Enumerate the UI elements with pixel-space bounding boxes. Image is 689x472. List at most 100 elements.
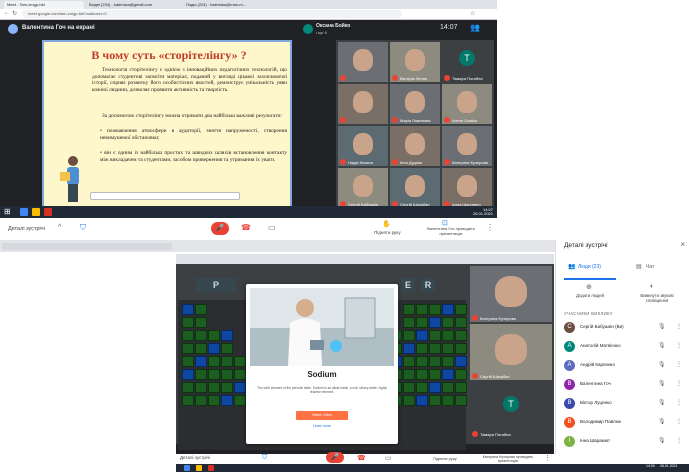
periodic-cell[interactable] bbox=[195, 330, 207, 341]
camera-icon[interactable]: ▭ bbox=[268, 223, 276, 232]
mic-off-button[interactable]: 🎤 bbox=[211, 222, 229, 235]
folder-icon[interactable] bbox=[196, 465, 202, 471]
periodic-cell[interactable] bbox=[455, 369, 467, 380]
mic-icon[interactable]: 🎙 bbox=[658, 323, 666, 330]
periodic-cell[interactable] bbox=[416, 330, 428, 341]
periodic-cell[interactable] bbox=[182, 356, 194, 367]
start-icon[interactable]: ⊞ bbox=[4, 207, 11, 216]
periodic-cell[interactable] bbox=[442, 356, 454, 367]
periodic-cell[interactable] bbox=[416, 343, 428, 354]
participant-row[interactable]: А Андрій Карпенко 🎙 ⋮ bbox=[564, 358, 688, 374]
periodic-cell[interactable] bbox=[429, 343, 441, 354]
periodic-cell[interactable] bbox=[182, 382, 194, 393]
mic-off-button[interactable]: 🎤 bbox=[326, 452, 344, 463]
periodic-cell[interactable] bbox=[455, 330, 467, 341]
periodic-cell[interactable] bbox=[195, 317, 207, 328]
periodic-cell[interactable] bbox=[208, 330, 220, 341]
periodic-cell[interactable] bbox=[195, 382, 207, 393]
people-icon[interactable]: 👥 bbox=[568, 263, 575, 270]
periodic-cell[interactable] bbox=[429, 330, 441, 341]
periodic-cell[interactable] bbox=[403, 356, 415, 367]
more-options-icon[interactable]: ⋮ bbox=[544, 454, 551, 462]
tab-group[interactable] bbox=[2, 243, 172, 250]
periodic-cell[interactable] bbox=[416, 395, 428, 406]
video-tile[interactable]: Надія Кочина bbox=[338, 126, 388, 166]
raise-hand-icon[interactable]: ✋ bbox=[382, 220, 391, 228]
mic-icon[interactable]: 🎙 bbox=[658, 380, 666, 387]
periodic-cell[interactable] bbox=[455, 343, 467, 354]
raise-hand-label[interactable]: Підняти руку bbox=[433, 456, 457, 461]
video-tile[interactable]: Сергій Бабушкін bbox=[338, 168, 388, 208]
video-tile[interactable]: Інна Дудник bbox=[390, 126, 440, 166]
hang-up-icon[interactable]: ☎ bbox=[357, 454, 366, 462]
video-tile[interactable]: Катерина Кучерова bbox=[442, 126, 492, 166]
periodic-cell[interactable] bbox=[208, 343, 220, 354]
periodic-cell[interactable] bbox=[195, 395, 207, 406]
periodic-cell[interactable] bbox=[221, 356, 233, 367]
browser-tab[interactable]: Вхідні (234) - kalenska@gmail.com bbox=[86, 1, 181, 9]
back-icon[interactable]: ← bbox=[4, 10, 10, 16]
shield-icon[interactable]: ⛉ bbox=[80, 223, 86, 233]
mic-icon[interactable]: 🎙 bbox=[658, 342, 666, 349]
periodic-cell[interactable] bbox=[429, 395, 441, 406]
folder-icon[interactable] bbox=[32, 208, 40, 216]
periodic-cell[interactable] bbox=[442, 369, 454, 380]
periodic-cell[interactable] bbox=[182, 343, 194, 354]
periodic-cell[interactable] bbox=[182, 330, 194, 341]
video-tile[interactable]: T Тамара Погибна bbox=[470, 382, 552, 438]
periodic-cell[interactable] bbox=[182, 317, 194, 328]
video-tile[interactable] bbox=[338, 84, 388, 124]
periodic-cell[interactable] bbox=[195, 369, 207, 380]
video-tile[interactable] bbox=[338, 42, 388, 82]
more-options-icon[interactable]: ⋮ bbox=[676, 399, 682, 406]
periodic-cell[interactable] bbox=[182, 304, 194, 315]
app-icon[interactable] bbox=[208, 465, 214, 471]
periodic-cell[interactable] bbox=[208, 382, 220, 393]
chevron-up-icon[interactable]: ^ bbox=[58, 224, 61, 231]
watch-video-button[interactable]: Watch video bbox=[296, 411, 348, 420]
reload-icon[interactable]: ↻ bbox=[12, 10, 17, 17]
participant-row[interactable]: В Валентина Гоч 🎙 ⋮ bbox=[564, 377, 688, 393]
periodic-cell[interactable] bbox=[221, 330, 233, 341]
periodic-cell[interactable] bbox=[195, 304, 207, 315]
periodic-cell[interactable] bbox=[442, 343, 454, 354]
periodic-cell[interactable] bbox=[429, 304, 441, 315]
browser-tab[interactable]: Meet - Tam-zmgp-bkt bbox=[4, 1, 84, 9]
video-tile[interactable]: Т Тамара Погибна bbox=[442, 42, 492, 82]
periodic-cell[interactable] bbox=[442, 382, 454, 393]
tab-people[interactable]: Люди (23) bbox=[578, 264, 601, 270]
periodic-cell[interactable] bbox=[442, 317, 454, 328]
periodic-cell[interactable] bbox=[221, 343, 233, 354]
periodic-cell[interactable] bbox=[442, 330, 454, 341]
video-tile[interactable]: Вікторія Лютик bbox=[390, 42, 440, 82]
periodic-cell[interactable] bbox=[416, 369, 428, 380]
periodic-cell[interactable] bbox=[234, 356, 246, 367]
add-people-button[interactable]: Додати людей bbox=[570, 293, 610, 298]
raise-hand-label[interactable]: Підняти руку bbox=[374, 230, 401, 235]
participant-row[interactable]: С Сергій Бабушкін (Ви) 🎙 ⋮ bbox=[564, 320, 688, 336]
camera-icon[interactable]: ▭ bbox=[385, 454, 392, 462]
periodic-cell[interactable] bbox=[221, 382, 233, 393]
periodic-cell[interactable] bbox=[195, 356, 207, 367]
periodic-cell[interactable] bbox=[455, 304, 467, 315]
periodic-cell[interactable] bbox=[403, 369, 415, 380]
periodic-cell[interactable] bbox=[429, 317, 441, 328]
chat-icon[interactable]: ▤ bbox=[636, 263, 642, 270]
periodic-cell[interactable] bbox=[429, 369, 441, 380]
periodic-cell[interactable] bbox=[234, 369, 246, 380]
add-person-icon[interactable]: ⊕ bbox=[586, 283, 592, 291]
more-options-icon[interactable]: ⋮ bbox=[676, 380, 682, 387]
video-tile[interactable]: Марія Ложинова bbox=[390, 84, 440, 124]
more-options-icon[interactable]: ⋮ bbox=[676, 437, 682, 444]
periodic-cell[interactable] bbox=[429, 356, 441, 367]
periodic-cell[interactable] bbox=[208, 356, 220, 367]
periodic-cell[interactable] bbox=[416, 304, 428, 315]
periodic-cell[interactable] bbox=[403, 317, 415, 328]
participant-row[interactable]: І Інна Шарамют 🎙 ⋮ bbox=[564, 434, 688, 450]
video-tile[interactable]: Антон Олаїко bbox=[442, 84, 492, 124]
chrome-icon[interactable] bbox=[184, 465, 190, 471]
meeting-details-label[interactable]: Деталі зустрічі bbox=[8, 226, 45, 232]
people-icon[interactable]: 👥 bbox=[470, 23, 480, 32]
video-tile[interactable]: Сергій Шкарбан bbox=[390, 168, 440, 208]
periodic-cell[interactable] bbox=[403, 330, 415, 341]
